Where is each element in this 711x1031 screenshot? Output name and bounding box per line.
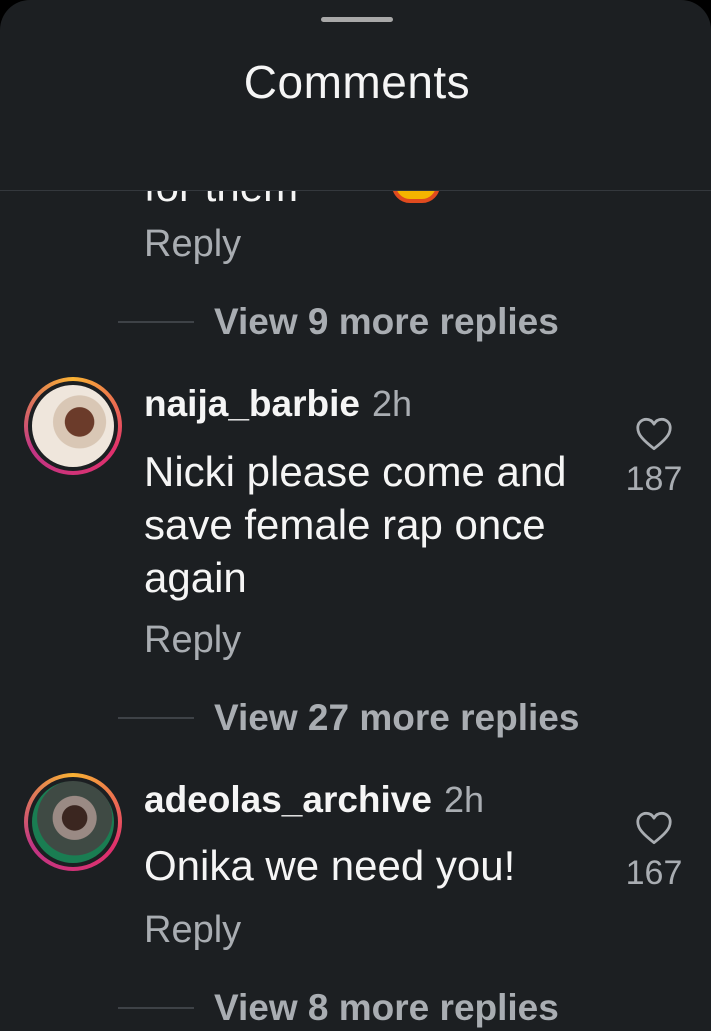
avatar-photo (32, 385, 114, 467)
avatar[interactable] (24, 773, 122, 871)
thread-line (118, 717, 194, 719)
view-more-replies-label: View 27 more replies (214, 697, 580, 738)
username[interactable]: naija_barbie (144, 383, 360, 425)
avatar-photo (32, 781, 114, 863)
view-more-replies-button[interactable]: View 27 more replies (118, 695, 579, 741)
view-more-replies-button[interactable]: View 8 more replies (118, 985, 559, 1031)
username[interactable]: adeolas_archive (144, 779, 432, 821)
sheet-title: Comments (243, 56, 471, 108)
reply-button[interactable]: Reply (144, 221, 241, 267)
like-button[interactable]: 167 (614, 811, 694, 893)
thread-line (118, 1007, 194, 1009)
reply-button[interactable]: Reply (144, 617, 241, 663)
drag-handle[interactable] (321, 17, 393, 22)
heart-icon[interactable] (635, 417, 673, 451)
reply-button[interactable]: Reply (144, 907, 241, 953)
like-count: 187 (625, 460, 683, 498)
comment-header: naija_barbie 2h (144, 383, 412, 429)
emoji-icon (392, 191, 440, 203)
comment-text: Nicki please come and save female rap on… (144, 448, 567, 601)
view-more-replies-label: View 8 more replies (214, 987, 559, 1028)
heart-icon[interactable] (635, 811, 673, 845)
comment-text: Onika we need you! (144, 842, 516, 889)
thread-line (118, 321, 194, 323)
avatar[interactable] (24, 377, 122, 475)
comment-time: 2h (443, 779, 485, 820)
comment-header: adeolas_archive 2h (144, 779, 484, 825)
like-count: 167 (625, 854, 683, 892)
partial-comment-text: for them (144, 191, 298, 211)
comments-list[interactable]: for them Reply View 9 more replies naija… (0, 191, 711, 1031)
view-more-replies-button[interactable]: View 9 more replies (118, 299, 559, 345)
comments-sheet: Comments for them Reply View 9 more repl… (0, 0, 711, 1031)
view-more-replies-label: View 9 more replies (214, 301, 559, 342)
comment-time: 2h (371, 383, 412, 424)
like-button[interactable]: 187 (614, 417, 694, 499)
